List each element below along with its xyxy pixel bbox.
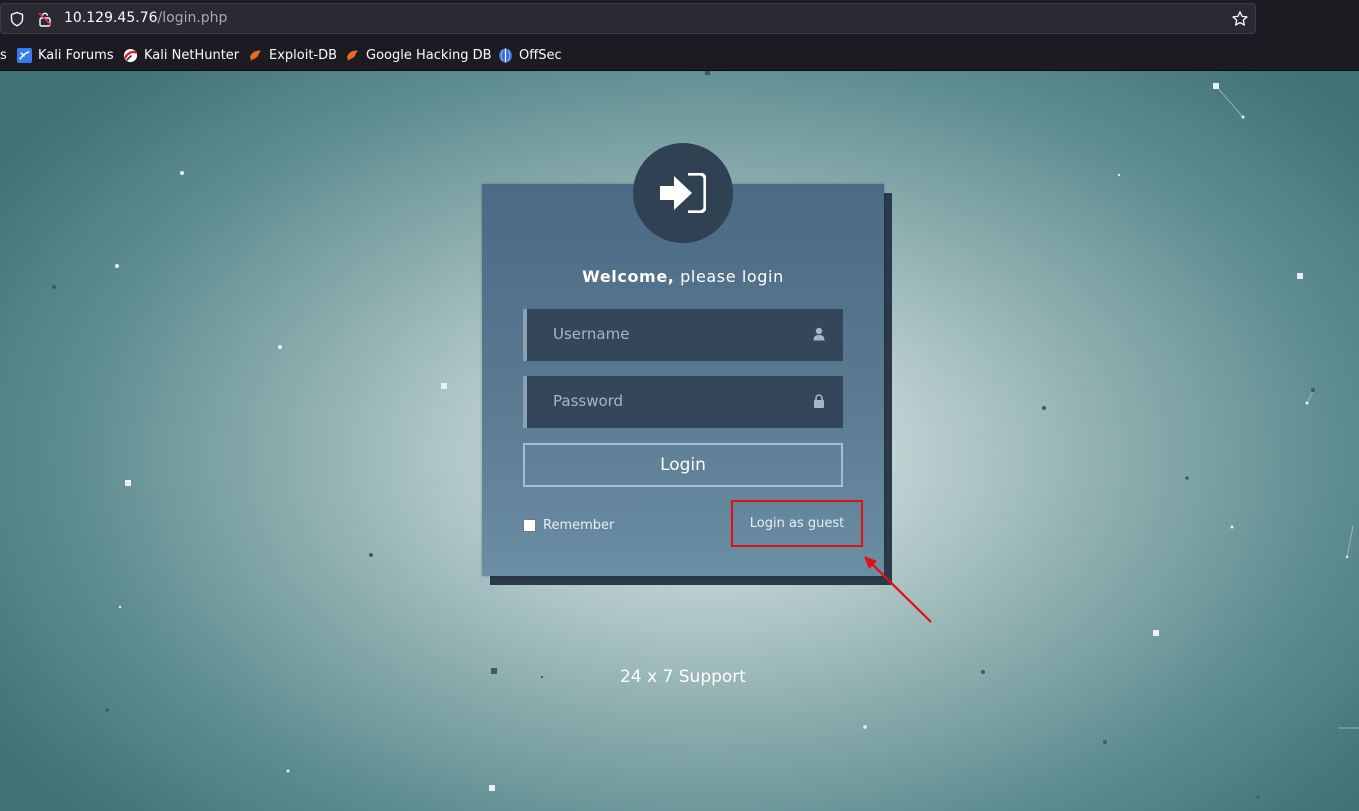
user-icon: [813, 327, 825, 341]
support-text: 24 x 7 Support: [620, 667, 746, 687]
username-placeholder: Username: [553, 325, 630, 343]
insecure-lock-icon[interactable]: [37, 11, 53, 27]
remember-label: Remember: [543, 517, 615, 533]
url-host: 10.129.45.76: [64, 10, 158, 26]
url-path: /login.php: [157, 10, 228, 26]
page-content: Welcome, please login Username Password …: [0, 71, 1359, 811]
login-as-guest-link[interactable]: Login as guest: [731, 516, 863, 531]
kali-forums-icon: [17, 47, 32, 63]
address-bar[interactable]: 10.129.45.76/login.php: [0, 3, 1256, 34]
bookmark-label: Kali Forums: [38, 47, 114, 63]
welcome-bold: Welcome,: [582, 267, 675, 286]
bookmark-kali-nethunter[interactable]: Kali NetHunter: [123, 46, 239, 64]
bookmark-offsec[interactable]: OffSec: [498, 46, 562, 64]
bookmark-label: Kali NetHunter: [144, 47, 240, 63]
bookmark-label: Google Hacking DB: [366, 47, 492, 63]
bookmark-label: OffSec: [519, 47, 562, 63]
browser-toolbar: 10.129.45.76/login.php: [0, 0, 1359, 37]
remember-checkbox[interactable]: Remember: [523, 516, 614, 534]
google-hacking-db-icon: [346, 50, 359, 61]
remember-checkbox-box[interactable]: [523, 518, 536, 532]
password-placeholder: Password: [553, 392, 624, 410]
exploit-db-icon: [249, 50, 262, 61]
bookmark-label: s: [0, 47, 7, 63]
bookmark-exploit-db[interactable]: Exploit-DB: [248, 46, 337, 64]
url-text[interactable]: 10.129.45.76/login.php: [64, 10, 227, 26]
sign-in-icon: [660, 173, 706, 213]
bookmark-truncated[interactable]: s: [0, 46, 7, 64]
welcome-heading: Welcome, please login: [482, 267, 884, 286]
bookmark-star-icon[interactable]: [1231, 10, 1249, 28]
offsec-icon: [498, 47, 513, 63]
bookmark-label: Exploit-DB: [269, 47, 338, 63]
login-button[interactable]: Login: [523, 443, 843, 487]
bookmark-kali-forums[interactable]: Kali Forums: [17, 46, 114, 64]
tracking-protection-shield-icon[interactable]: [9, 11, 25, 27]
username-field[interactable]: Username: [523, 309, 843, 361]
password-field[interactable]: Password: [523, 376, 843, 428]
bookmarks-toolbar: s Kali Forums Kali NetHunter Exploit-DB …: [0, 37, 1359, 71]
welcome-rest: please login: [674, 267, 784, 286]
login-avatar: [633, 143, 733, 243]
lock-icon: [814, 394, 824, 408]
annotation-arrow: [864, 556, 932, 623]
kali-nethunter-icon: [123, 48, 138, 62]
bookmark-google-hacking-db[interactable]: Google Hacking DB: [345, 46, 492, 64]
